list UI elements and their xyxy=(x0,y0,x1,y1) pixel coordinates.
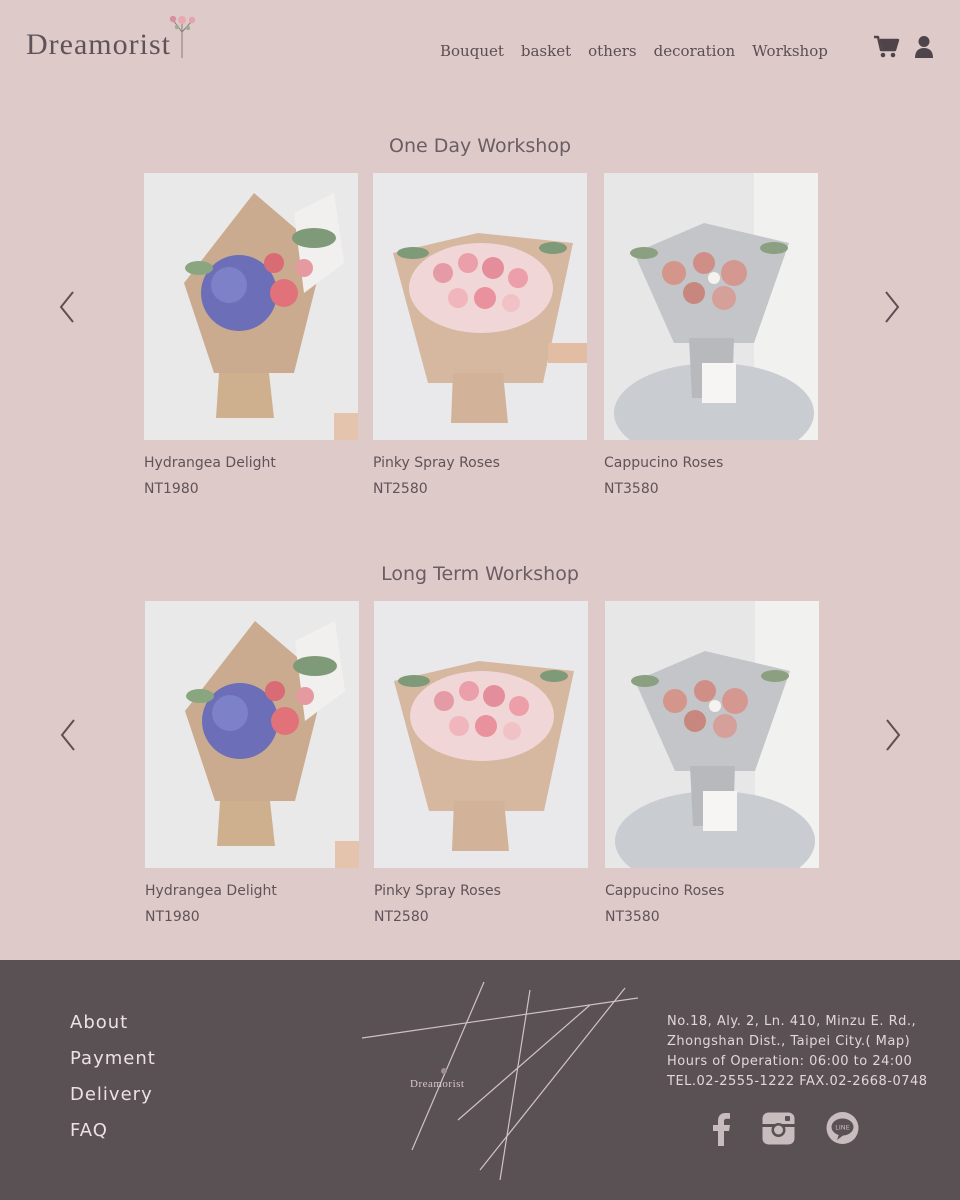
brand-logo-text: Dreamorist xyxy=(26,28,171,61)
section-title-one-day: One Day Workshop xyxy=(388,135,572,157)
footer-link-payment[interactable]: Payment xyxy=(70,1046,156,1082)
product-image[interactable] xyxy=(374,601,588,868)
footer-link-delivery[interactable]: Delivery xyxy=(70,1082,156,1118)
carousel-next-arrow[interactable] xyxy=(880,289,904,325)
opening-hours: Hours of Operation: 06:00 to 24:00 xyxy=(667,1054,913,1069)
product-card[interactable]: Pinky Spray Roses NT2580 xyxy=(373,173,587,497)
carousel-next-arrow[interactable] xyxy=(881,717,905,753)
user-icon[interactable] xyxy=(914,35,934,59)
footer-link-about[interactable]: About xyxy=(70,1010,156,1046)
product-card[interactable]: Hydrangea Delight NT1980 xyxy=(144,173,358,497)
footer-link-faq[interactable]: FAQ xyxy=(70,1118,156,1154)
nav-decoration[interactable]: decoration xyxy=(654,42,736,60)
product-name[interactable]: Hydrangea Delight xyxy=(145,883,359,899)
carousel-prev-arrow[interactable] xyxy=(55,289,79,325)
footer-links: About Payment Delivery FAQ xyxy=(70,1010,156,1154)
instagram-icon[interactable] xyxy=(762,1112,795,1145)
phone-fax: TEL.02-2555-1222 FAX.02-2668-0748 xyxy=(667,1074,928,1089)
footer: About Payment Delivery FAQ Dreamorist No… xyxy=(0,960,960,1200)
footer-contact-info: No.18, Aly. 2, Ln. 410, Minzu E. Rd., Zh… xyxy=(667,1012,928,1092)
product-image[interactable] xyxy=(145,601,359,868)
section-title-long-term: Long Term Workshop xyxy=(381,563,579,585)
product-image[interactable] xyxy=(604,173,818,440)
product-image[interactable] xyxy=(373,173,587,440)
nav-others[interactable]: others xyxy=(588,42,636,60)
product-price: NT3580 xyxy=(604,481,659,497)
brand-logo[interactable]: Dreamorist xyxy=(26,12,231,64)
flower-icon xyxy=(169,15,196,58)
facebook-icon[interactable] xyxy=(707,1112,735,1146)
cart-icon[interactable] xyxy=(873,35,900,59)
product-price: NT1980 xyxy=(145,909,200,925)
product-image[interactable] xyxy=(144,173,358,440)
product-price: NT2580 xyxy=(374,909,429,925)
main-nav: Bouquet basket others decoration Worksho… xyxy=(440,40,828,62)
address-line-1: No.18, Aly. 2, Ln. 410, Minzu E. Rd., xyxy=(667,1014,917,1029)
product-name[interactable]: Cappucino Roses xyxy=(604,455,818,471)
footer-sketch-artwork xyxy=(361,981,639,1180)
nav-bouquet[interactable]: Bouquet xyxy=(440,42,504,60)
product-card[interactable]: Pinky Spray Roses NT2580 xyxy=(374,601,588,925)
line-icon-label: LINE xyxy=(835,1124,850,1132)
product-card[interactable]: Hydrangea Delight NT1980 xyxy=(145,601,359,925)
product-name[interactable]: Pinky Spray Roses xyxy=(374,883,588,899)
footer-logo: Dreamorist xyxy=(410,1078,465,1090)
product-name[interactable]: Pinky Spray Roses xyxy=(373,455,587,471)
nav-workshop[interactable]: Workshop xyxy=(752,42,828,60)
product-name[interactable]: Hydrangea Delight xyxy=(144,455,358,471)
product-price: NT3580 xyxy=(605,909,660,925)
product-name[interactable]: Cappucino Roses xyxy=(605,883,819,899)
product-card[interactable]: Cappucino Roses NT3580 xyxy=(604,173,818,497)
product-price: NT1980 xyxy=(144,481,199,497)
product-card[interactable]: Cappucino Roses NT3580 xyxy=(605,601,819,925)
product-price: NT2580 xyxy=(373,481,428,497)
carousel-prev-arrow[interactable] xyxy=(56,717,80,753)
line-icon[interactable]: LINE xyxy=(825,1112,860,1146)
nav-basket[interactable]: basket xyxy=(521,42,571,60)
address-line-2: Zhongshan Dist., Taipei City.( Map) xyxy=(667,1034,911,1049)
product-image[interactable] xyxy=(605,601,819,868)
